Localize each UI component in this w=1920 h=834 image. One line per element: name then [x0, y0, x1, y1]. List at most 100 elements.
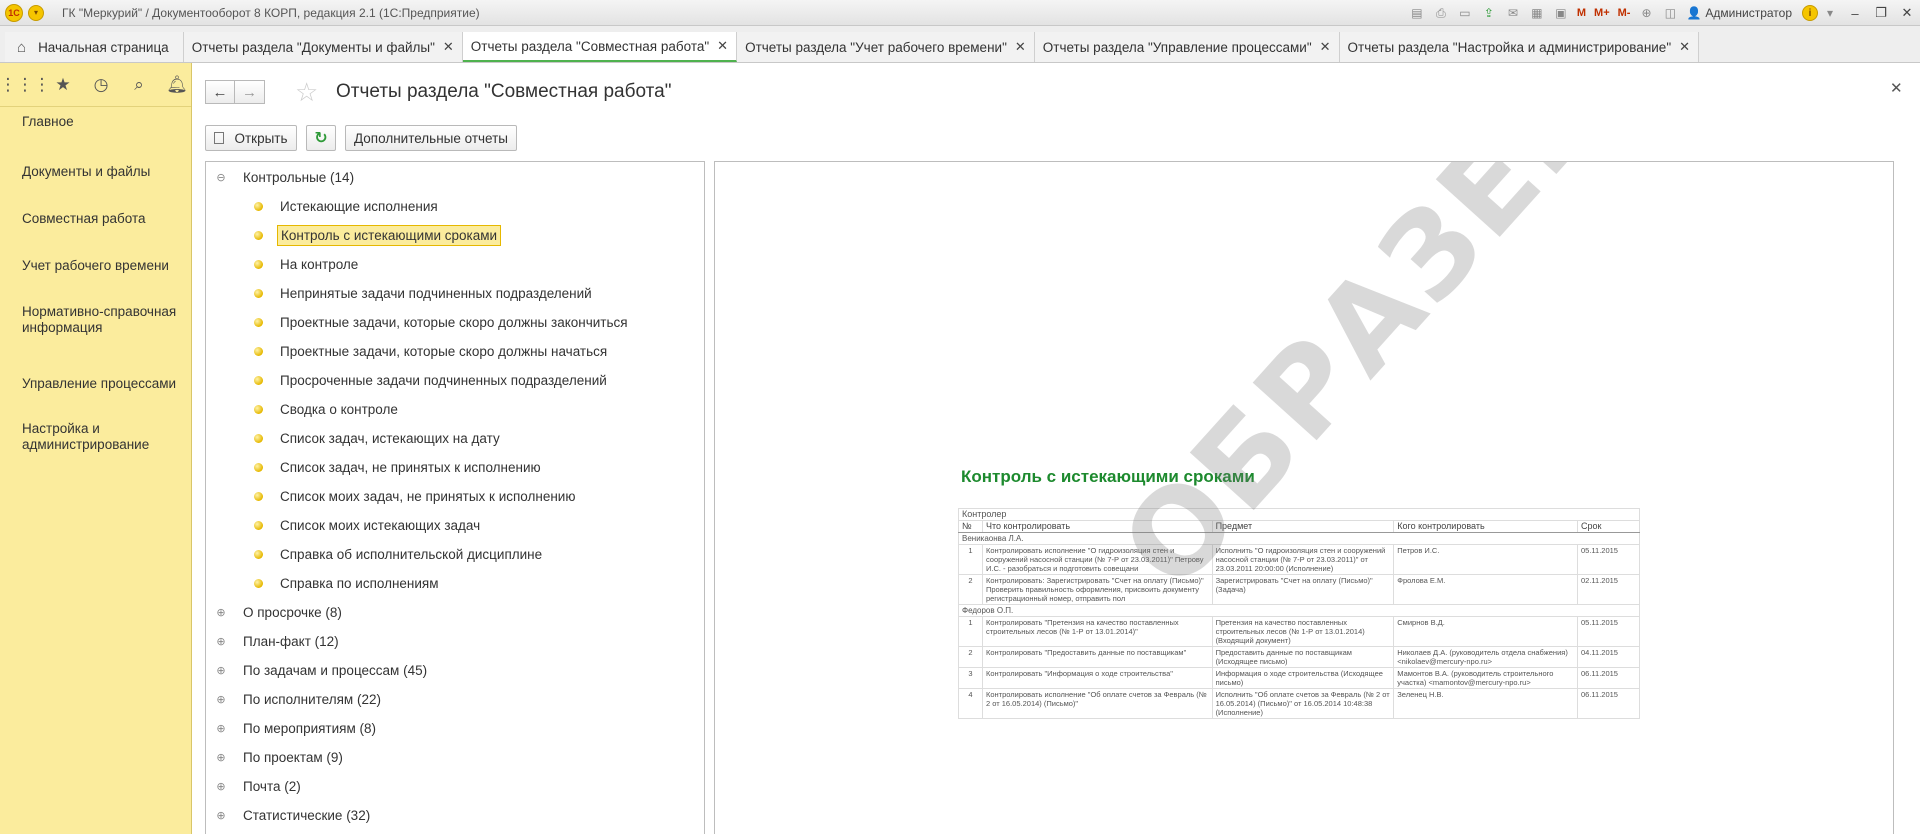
tree-item[interactable]: На контроле — [206, 253, 361, 275]
close-icon[interactable]: ✕ — [1679, 39, 1690, 55]
close-icon[interactable]: ✕ — [717, 38, 728, 54]
chevron-down-icon[interactable]: ▾ — [1820, 4, 1840, 22]
tree-item[interactable]: Справка об исполнительской дисциплине — [206, 543, 545, 565]
print-icon[interactable]: ⎙ — [1431, 4, 1451, 22]
search-icon[interactable]: ⌕ — [128, 74, 150, 96]
tree-item[interactable]: Истекающие исполнения — [206, 195, 441, 217]
tree-group[interactable]: ⊕ Почта (2) — [206, 775, 304, 797]
tree-item-label: Истекающие исполнения — [280, 198, 438, 214]
bell-icon[interactable]: 🔔︎ — [166, 74, 188, 96]
refresh-button[interactable]: ↻ — [306, 125, 336, 151]
expand-icon[interactable]: ⊕ — [216, 665, 226, 677]
tree-item[interactable]: Сводка о контроле — [206, 398, 401, 420]
tree-item-label: Список задач, не принятых к исполнению — [280, 459, 541, 475]
tree-item-label: На контроле — [280, 256, 359, 272]
info-icon[interactable]: i — [1802, 5, 1818, 21]
memory-button[interactable]: M — [1577, 7, 1586, 19]
tree-item[interactable]: Справка по исполнениям — [206, 572, 442, 594]
tree-item[interactable]: Список моих задач, не принятых к исполне… — [206, 485, 578, 507]
sidebar-item[interactable]: Документы и файлы — [0, 164, 191, 180]
expand-icon[interactable]: ⊕ — [216, 694, 226, 706]
report-cell: Зарегистрировать "Счет на оплату (Письмо… — [1211, 574, 1395, 605]
sidebar-item[interactable]: Главное — [0, 114, 191, 130]
collapse-icon[interactable]: ⊖ — [216, 172, 226, 184]
report-group-name: Веникаонва Л.А. — [958, 532, 1640, 545]
report-row: 2 Контролировать: Зарегистрировать "Счет … — [958, 574, 1640, 605]
tree-group[interactable]: ⊖ Контрольные (14) — [206, 166, 357, 188]
tree-item[interactable]: Просроченные задачи подчиненных подразде… — [206, 369, 610, 391]
tree-item-label: Непринятые задачи подчиненных подразделе… — [280, 285, 592, 301]
user-icon: 👤 — [1686, 6, 1702, 20]
tree-item[interactable]: Проектные задачи, которые скоро должны н… — [206, 340, 610, 362]
link-icon[interactable]: ⇪ — [1479, 4, 1499, 22]
tab-label: Отчеты раздела "Учет рабочего времени" — [745, 39, 1007, 55]
tree-item[interactable]: Список задач, истекающих на дату — [206, 427, 503, 449]
memory-plus-button[interactable]: M+ — [1594, 7, 1610, 19]
expand-icon[interactable]: ⊕ — [216, 781, 226, 793]
report-cell: 05.11.2015 — [1577, 616, 1640, 647]
more-reports-button[interactable]: Дополнительные отчеты — [345, 125, 517, 151]
minimize-button[interactable]: – — [1842, 6, 1868, 21]
tab-reports-2[interactable]: Отчеты раздела "Совместная работа" ✕ — [462, 32, 738, 62]
save-icon[interactable]: ▤ — [1407, 4, 1427, 22]
tab-label: Отчеты раздела "Управление процессами" — [1042, 39, 1312, 55]
sidebar-item[interactable]: Нормативно-справочная информация — [0, 304, 191, 336]
sidebar-item[interactable]: Совместная работа — [0, 211, 191, 227]
preview-icon[interactable]: ▭ — [1455, 4, 1475, 22]
tree-item[interactable]: Контроль с истекающими сроками — [206, 224, 502, 246]
tab-home[interactable]: ⌂ Начальная страница — [5, 32, 184, 62]
expand-icon[interactable]: ⊕ — [216, 752, 226, 764]
tree-item[interactable]: Непринятые задачи подчиненных подразделе… — [206, 282, 595, 304]
grid-icon[interactable]: ⋮⋮⋮ — [0, 74, 51, 96]
sidebar-item[interactable]: Управление процессами — [0, 376, 191, 392]
tree-group[interactable]: ⊕ По исполнителям (22) — [206, 688, 384, 710]
tree-group[interactable]: ⊕ О просрочке (8) — [206, 601, 345, 623]
expand-icon[interactable]: ⊕ — [216, 810, 226, 822]
document-icon — [214, 132, 225, 144]
close-window-button[interactable]: ✕ — [1894, 5, 1920, 21]
sidebar-item[interactable]: Учет рабочего времени — [0, 258, 191, 274]
panels-icon[interactable]: ◫ — [1660, 4, 1680, 22]
tree-group[interactable]: ⊕ По мероприятиям (8) — [206, 717, 379, 739]
nav-buttons: ← → — [205, 80, 265, 104]
calendar-icon[interactable]: ▦ — [1527, 4, 1547, 22]
reports-tree[interactable]: ⊖ Контрольные (14) Истекающие исполнения Ко… — [205, 161, 705, 834]
tab-label: Начальная страница — [38, 39, 169, 55]
favorite-star-icon[interactable]: ☆ — [295, 77, 318, 108]
mail-icon[interactable]: ✉ — [1503, 4, 1523, 22]
tree-group[interactable]: ⊕ По проектам (9) — [206, 746, 346, 768]
main-menu-button[interactable]: ▾ — [28, 4, 44, 21]
forward-button[interactable]: → — [235, 80, 265, 104]
tree-item[interactable]: Список моих истекающих задач — [206, 514, 483, 536]
tab-reports-4[interactable]: Отчеты раздела "Управление процессами" ✕ — [1034, 32, 1340, 62]
report-cell: Исполнить "Об оплате счетов за Февраль (… — [1211, 688, 1395, 719]
close-form-button[interactable]: ✕ — [1890, 79, 1903, 97]
report-cell: Мамонтов В.А. (руководитель строительног… — [1393, 667, 1578, 689]
close-icon[interactable]: ✕ — [443, 39, 454, 55]
tree-item[interactable]: Проектные задачи, которые скоро должны з… — [206, 311, 631, 333]
tree-group[interactable]: ⊕ Статистические (32) — [206, 804, 373, 826]
back-button[interactable]: ← — [205, 80, 235, 104]
user-menu[interactable]: 👤 Администратор — [1686, 6, 1792, 20]
expand-icon[interactable]: ⊕ — [216, 723, 226, 735]
tab-reports-3[interactable]: Отчеты раздела "Учет рабочего времени" ✕ — [737, 32, 1035, 62]
close-icon[interactable]: ✕ — [1320, 39, 1331, 55]
calculator-icon[interactable]: ▣ — [1551, 4, 1571, 22]
tree-item-label: Сводка о контроле — [280, 401, 398, 417]
tab-reports-5[interactable]: Отчеты раздела "Настройка и администриро… — [1339, 32, 1700, 62]
memory-minus-button[interactable]: M- — [1618, 7, 1631, 19]
tree-group[interactable]: ⊕ По задачам и процессам (45) — [206, 659, 430, 681]
expand-icon[interactable]: ⊕ — [216, 636, 226, 648]
tree-item[interactable]: Список задач, не принятых к исполнению — [206, 456, 544, 478]
star-icon[interactable]: ★ — [52, 74, 74, 96]
open-button[interactable]: Открыть — [205, 125, 297, 151]
tab-reports-1[interactable]: Отчеты раздела "Документы и файлы" ✕ — [183, 32, 463, 62]
close-icon[interactable]: ✕ — [1015, 39, 1026, 55]
zoom-icon[interactable]: ⊕ — [1636, 4, 1656, 22]
tree-group[interactable]: ⊕ План-факт (12) — [206, 630, 342, 652]
sidebar-item[interactable]: Настройка и администрирование — [0, 421, 191, 453]
restore-button[interactable]: ❐ — [1868, 5, 1894, 21]
history-icon[interactable]: ◷ — [90, 74, 112, 96]
report-bullet-icon — [254, 404, 263, 414]
expand-icon[interactable]: ⊕ — [216, 607, 226, 619]
